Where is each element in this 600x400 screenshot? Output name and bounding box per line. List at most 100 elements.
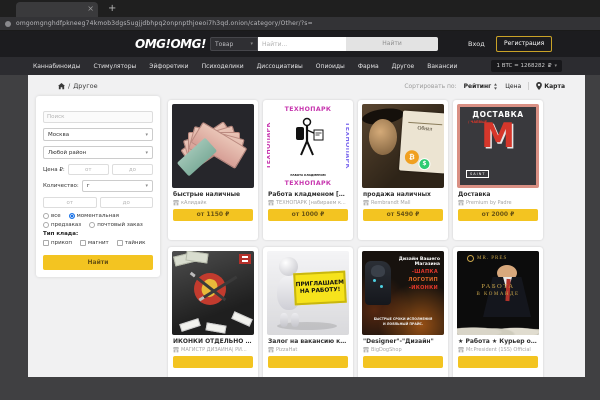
home-icon[interactable] (58, 83, 65, 90)
product-seller[interactable]: кАлидайк (173, 200, 253, 206)
product-card[interactable]: ДОСТАВКА / ЧАЕВЫЕ М SAINT Доставка Premi… (453, 100, 543, 240)
nav-item-other[interactable]: Другое (392, 63, 415, 70)
product-image-designer-ad: Дизайн Вашего Магазина -ШАПКА ЛОГОТИП -И… (362, 251, 444, 335)
product-card[interactable]: ИКОНКИ ОТДЕЛЬНО | ... МАГИСТР ДИЗАЙНА| Р… (168, 247, 258, 377)
checkbox-icon[interactable] (80, 240, 86, 246)
login-link[interactable]: Вход (468, 31, 485, 57)
url-text[interactable]: omgomgnghdfpkneeg74kmob3dgs5ugjjdbhpq2on… (16, 20, 313, 27)
chevron-down-icon: ▾ (554, 63, 557, 69)
radio-icon[interactable] (43, 222, 49, 228)
store-icon (458, 347, 464, 353)
store-icon (268, 200, 274, 206)
price-button[interactable] (363, 356, 443, 368)
store-icon (268, 347, 274, 353)
store-icon (458, 200, 464, 206)
product-title[interactable]: "Designer"-"Дизайн" (363, 338, 443, 345)
price-button[interactable]: от 1000 ₽ (268, 209, 348, 221)
stash-option-hidden[interactable]: тайник (117, 240, 146, 246)
register-button[interactable]: Регистрация (496, 36, 552, 52)
store-icon (173, 347, 179, 353)
product-card[interactable]: Обнал ₿ $ продажа наличных Rembrandt Mal… (358, 100, 448, 240)
product-seller[interactable]: PizzaHat (268, 347, 348, 353)
nav-item-pharma[interactable]: Фарма (358, 63, 379, 70)
product-title[interactable]: Доставка (458, 191, 538, 198)
url-bar[interactable]: omgomgnghdfpkneeg74kmob3dgs5ugjjdbhpq2on… (0, 17, 600, 31)
tab-close-icon[interactable]: × (87, 4, 94, 14)
sort-arrows-icon (493, 83, 498, 90)
district-select[interactable]: Любой район ▾ (43, 146, 153, 159)
price-button[interactable]: от 2000 ₽ (458, 209, 538, 221)
sort-by-price[interactable]: Цена (505, 83, 521, 90)
price-button[interactable]: от 1150 ₽ (173, 209, 253, 221)
site-logo[interactable]: OMG!OMG! (135, 31, 206, 57)
product-seller[interactable]: Premium by Padre (458, 200, 538, 206)
stash-type-label: Тип клада: (43, 231, 153, 237)
unit-select[interactable]: г ▾ (82, 180, 153, 192)
product-card[interactable]: MR. PRES РАБОТА В КОМАНДЕ ★ Работа ★ Кур… (453, 247, 543, 377)
product-card[interactable]: Дизайн Вашего Магазина -ШАПКА ЛОГОТИП -И… (358, 247, 448, 377)
price-button[interactable] (268, 356, 348, 368)
new-tab-button[interactable]: + (108, 2, 116, 15)
sort-controls: Сортировать по: Рейтинг Цена Карта (404, 82, 565, 90)
price-button[interactable] (458, 356, 538, 368)
quantity-filter-label: Количество: (43, 183, 79, 189)
product-seller[interactable]: Rembrandt Mall (363, 200, 443, 206)
nav-item-cannabinoids[interactable]: Каннабиноиды (33, 63, 80, 70)
checkbox-icon[interactable] (43, 240, 49, 246)
price-button[interactable] (173, 356, 253, 368)
btc-rate-selector[interactable]: 1 BTC = 1268282 ₽ ▾ (491, 60, 562, 72)
quantity-to-input[interactable] (100, 197, 154, 208)
nav-item-psychedelics[interactable]: Психоделики (202, 63, 244, 70)
nav-item-jobs[interactable]: Вакансии (427, 63, 457, 70)
map-link[interactable]: Карта (536, 82, 565, 90)
store-icon (173, 200, 179, 206)
filter-search-input[interactable] (43, 111, 153, 123)
delivery-option-preorder[interactable]: предзаказ (43, 222, 81, 228)
product-grid: быстрые наличные кАлидайк от 1150 ₽ ТЕХН… (168, 100, 548, 377)
product-title[interactable]: Залог на вакансию кур... (268, 338, 348, 345)
radio-checked-icon[interactable] (69, 213, 75, 219)
search-button[interactable]: Найти (346, 37, 438, 51)
site-header: OMG!OMG! Товар ▾ Найти Вход Регистрация (0, 31, 600, 57)
onion-site-icon (5, 21, 11, 27)
radio-icon[interactable] (43, 213, 49, 219)
city-select[interactable]: Москва ▾ (43, 128, 153, 141)
search-input[interactable] (258, 37, 346, 51)
delivery-option-postal[interactable]: почтовый заказ (89, 222, 143, 228)
delivery-option-all[interactable]: все (43, 213, 61, 219)
product-card[interactable]: ПРИГЛАШАЕМ НА РАБОТУ! Залог на вакансию … (263, 247, 353, 377)
product-image-technopark: ТЕХНОПАРК ТЕХНОПАРК ТЕХНОПАРК РАБОТА КЛА… (267, 104, 349, 188)
stash-option-buried[interactable]: прикоп (43, 240, 72, 246)
quantity-from-input[interactable] (43, 197, 97, 208)
chevron-down-icon: ▾ (145, 183, 148, 189)
checkbox-icon[interactable] (117, 240, 123, 246)
product-card[interactable]: ТЕХНОПАРК ТЕХНОПАРК ТЕХНОПАРК РАБОТА КЛА… (263, 100, 353, 240)
nav-item-euphoretics[interactable]: Эйфоретики (149, 63, 188, 70)
browser-tab[interactable]: × (16, 2, 98, 17)
radio-icon[interactable] (89, 222, 95, 228)
nav-item-opioids[interactable]: Опиоиды (316, 63, 345, 70)
product-seller[interactable]: ТЕХНОПАРК [набираем к... (268, 200, 348, 206)
product-title[interactable]: ИКОНКИ ОТДЕЛЬНО | ... (173, 338, 253, 345)
search-category-select[interactable]: Товар ▾ (210, 37, 258, 51)
nav-item-dissociatives[interactable]: Диссоциативы (257, 63, 303, 70)
price-to-input[interactable] (112, 164, 153, 175)
sort-by-rating[interactable]: Рейтинг (464, 83, 499, 90)
price-button[interactable]: от 5490 ₽ (363, 209, 443, 221)
search-category-value: Товар (215, 41, 233, 48)
nav-item-stimulants[interactable]: Стимуляторы (93, 63, 136, 70)
apply-filters-button[interactable]: Найти (43, 255, 153, 270)
product-title[interactable]: Работа кладменом [Вы... (268, 191, 348, 198)
product-seller[interactable]: МАГИСТР ДИЗАЙНА| РИ... (173, 347, 253, 353)
medal-icon (467, 255, 474, 262)
price-from-input[interactable] (68, 164, 109, 175)
product-title[interactable]: продажа наличных (363, 191, 443, 198)
product-seller[interactable]: BigDogShop (363, 347, 443, 353)
stash-option-magnet[interactable]: магнит (80, 240, 109, 246)
product-title[interactable]: быстрые наличные (173, 191, 253, 198)
product-seller[interactable]: Mr.President (1SS) Official (458, 347, 538, 353)
delivery-option-instant[interactable]: моментальная (69, 213, 119, 219)
store-icon (363, 347, 369, 353)
product-title[interactable]: ★ Работа ★ Курьер от ... (458, 338, 538, 345)
product-card[interactable]: быстрые наличные кАлидайк от 1150 ₽ (168, 100, 258, 240)
